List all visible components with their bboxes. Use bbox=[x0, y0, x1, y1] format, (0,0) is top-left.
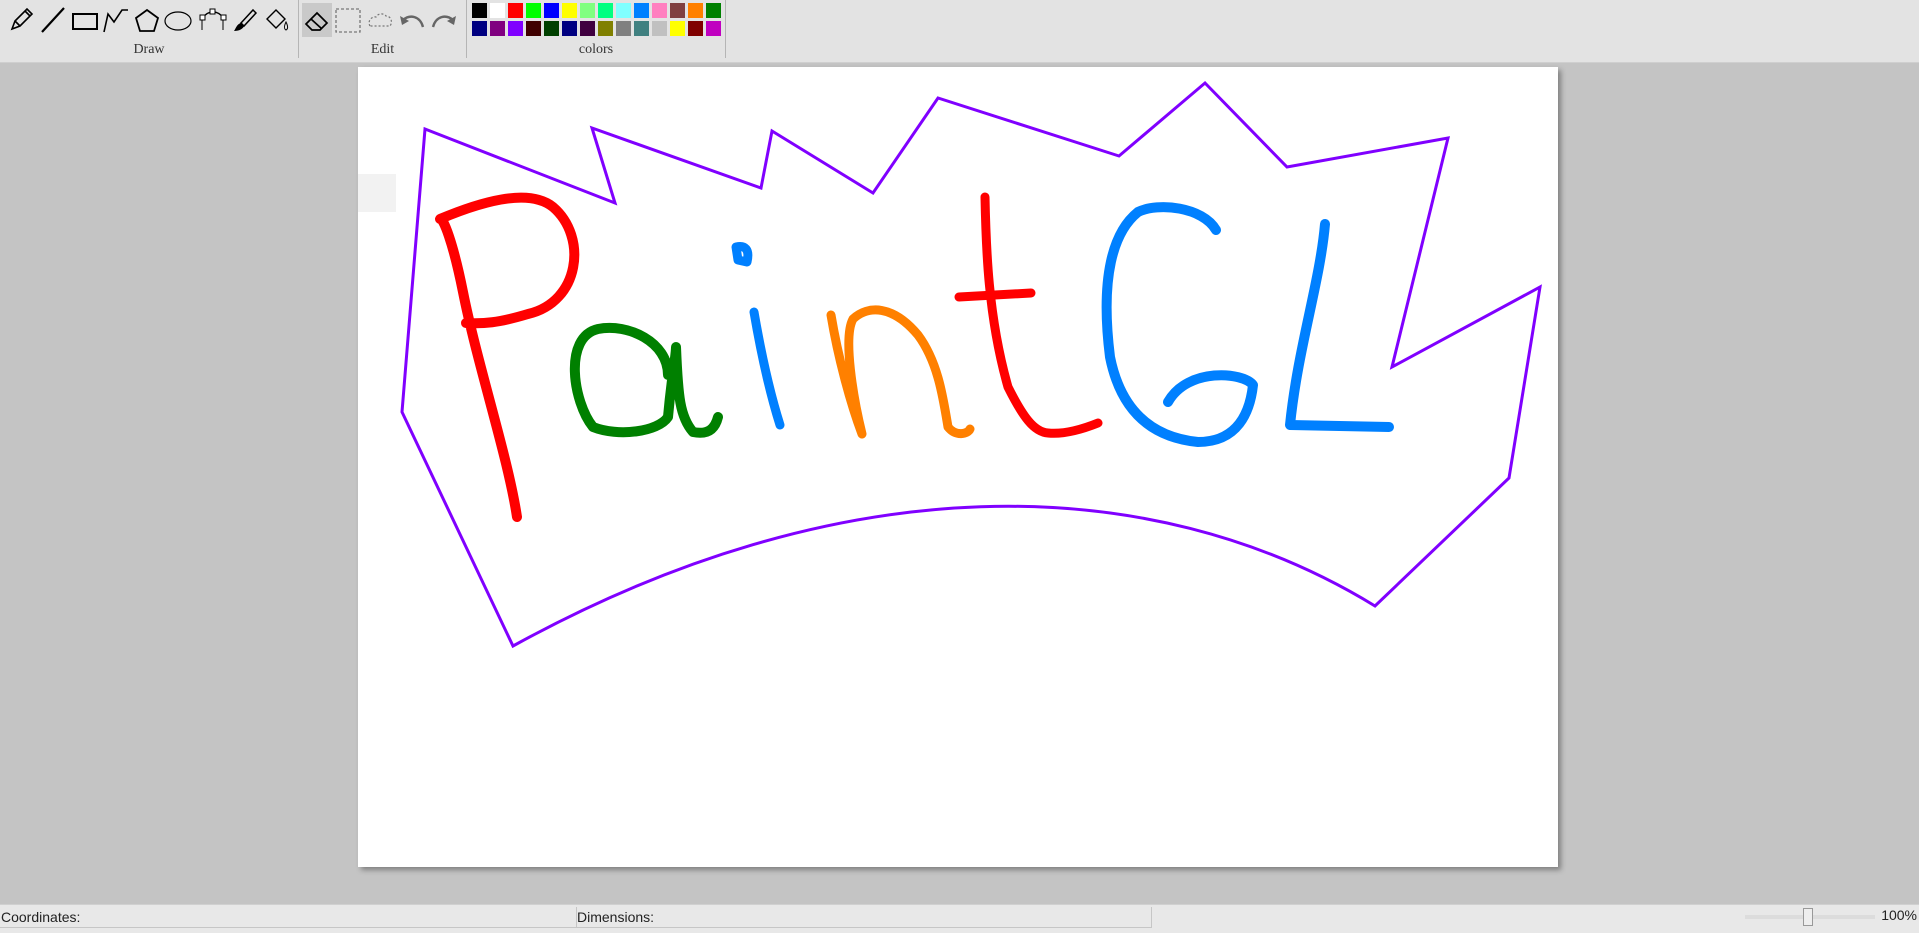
pencil-icon bbox=[10, 7, 34, 31]
color-swatch[interactable] bbox=[580, 21, 595, 36]
color-swatch[interactable] bbox=[508, 21, 523, 36]
rectangle-icon bbox=[72, 13, 98, 30]
polyline-icon bbox=[103, 9, 128, 33]
dimensions-label: Dimensions: bbox=[577, 909, 655, 925]
redo-icon bbox=[431, 15, 456, 28]
color-swatch[interactable] bbox=[688, 21, 703, 36]
color-swatch[interactable] bbox=[508, 3, 523, 18]
fill-bucket-tool[interactable] bbox=[262, 3, 292, 37]
color-swatch[interactable] bbox=[598, 3, 613, 18]
lasso-select-tool[interactable] bbox=[365, 3, 395, 37]
color-swatch[interactable] bbox=[616, 3, 631, 18]
color-swatch[interactable] bbox=[598, 21, 613, 36]
color-swatch[interactable] bbox=[544, 21, 559, 36]
edit-group-label: Edit bbox=[370, 42, 395, 57]
letter-n-stroke bbox=[826, 305, 975, 439]
drawing-canvas[interactable] bbox=[358, 67, 1558, 867]
color-swatch[interactable] bbox=[490, 3, 505, 18]
color-swatch[interactable] bbox=[472, 21, 487, 36]
color-swatch[interactable] bbox=[580, 3, 595, 18]
color-swatch[interactable] bbox=[544, 3, 559, 18]
canvas-drawing bbox=[400, 80, 1542, 649]
fill-bucket-icon bbox=[266, 9, 288, 31]
rectangle-tool[interactable] bbox=[70, 3, 100, 37]
colors-group: colors bbox=[467, 0, 726, 58]
color-swatch[interactable] bbox=[706, 3, 721, 18]
toolbar: Draw Edit colors bbox=[0, 0, 1919, 63]
colors-group-label: colors bbox=[578, 42, 614, 57]
draw-group-label: Draw bbox=[133, 42, 165, 57]
ellipse-icon bbox=[164, 11, 192, 31]
color-swatch[interactable] bbox=[706, 21, 721, 36]
line-icon bbox=[41, 7, 65, 33]
letter-t-stroke bbox=[980, 192, 1103, 438]
letter-l-stroke bbox=[1285, 219, 1394, 432]
letter-i-dot bbox=[731, 242, 753, 267]
polyline-tool[interactable] bbox=[101, 3, 131, 37]
pencil-tool[interactable] bbox=[6, 3, 36, 37]
letter-p-stroke bbox=[435, 192, 580, 522]
brush-tool[interactable] bbox=[230, 3, 260, 37]
line-tool[interactable] bbox=[38, 3, 68, 37]
undo-tool[interactable] bbox=[397, 3, 427, 37]
draw-group: Draw bbox=[0, 0, 299, 58]
zoom-value: 100% bbox=[1881, 907, 1917, 923]
ellipse-tool[interactable] bbox=[163, 3, 193, 37]
edit-group: Edit bbox=[299, 0, 467, 58]
coordinates-field: Coordinates: bbox=[0, 907, 577, 928]
color-swatch[interactable] bbox=[688, 3, 703, 18]
undo-icon bbox=[400, 15, 425, 28]
color-swatch[interactable] bbox=[652, 3, 667, 18]
lasso-select-icon bbox=[368, 13, 392, 27]
eraser-tool[interactable] bbox=[302, 3, 332, 37]
rect-select-tool[interactable] bbox=[333, 3, 363, 37]
color-swatch[interactable] bbox=[634, 3, 649, 18]
color-swatch[interactable] bbox=[616, 21, 631, 36]
polygon-tool[interactable] bbox=[132, 3, 162, 37]
bezier-icon bbox=[199, 8, 227, 30]
redo-tool[interactable] bbox=[429, 3, 459, 37]
letter-g-stroke bbox=[1101, 202, 1258, 447]
color-swatch[interactable] bbox=[670, 21, 685, 36]
color-swatch[interactable] bbox=[472, 3, 487, 18]
dimensions-field: Dimensions: bbox=[576, 907, 1152, 928]
letter-t-crossbar bbox=[954, 288, 1036, 302]
status-bar: Coordinates: Dimensions: 100% bbox=[0, 904, 1919, 933]
eraser-icon bbox=[304, 11, 329, 31]
zoom-slider-thumb[interactable] bbox=[1803, 908, 1813, 926]
letter-a-stroke bbox=[569, 322, 723, 438]
color-swatch[interactable] bbox=[634, 21, 649, 36]
color-swatch[interactable] bbox=[652, 21, 667, 36]
polygon-icon bbox=[134, 8, 160, 32]
color-swatch[interactable] bbox=[526, 3, 541, 18]
canvas-resize-handle[interactable] bbox=[358, 174, 396, 212]
color-swatch[interactable] bbox=[562, 21, 577, 36]
color-swatch[interactable] bbox=[562, 3, 577, 18]
coordinates-label: Coordinates: bbox=[1, 909, 81, 925]
color-swatch[interactable] bbox=[490, 21, 505, 36]
bezier-tool[interactable] bbox=[198, 3, 228, 37]
brush-icon bbox=[234, 8, 258, 31]
rect-select-icon bbox=[335, 8, 361, 33]
letter-i-stroke bbox=[749, 307, 785, 430]
color-swatch[interactable] bbox=[670, 3, 685, 18]
color-swatch[interactable] bbox=[526, 21, 541, 36]
